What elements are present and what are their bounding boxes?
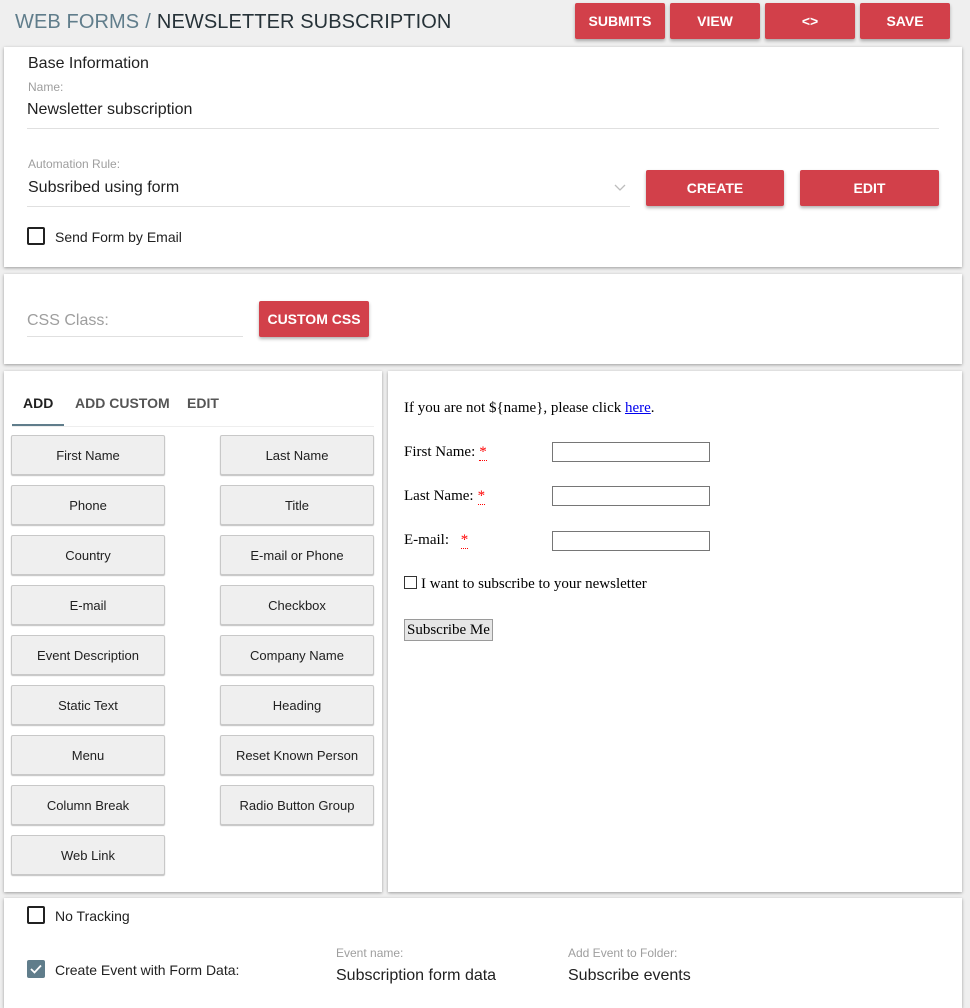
tab-add-custom[interactable]: ADD CUSTOM <box>75 395 170 411</box>
send-form-by-email-label: Send Form by Email <box>55 229 182 245</box>
preview-email-input[interactable] <box>552 531 710 551</box>
preview-intro-text: If you are not ${name}, please click <box>404 400 625 416</box>
breadcrumb-web-forms[interactable]: WEB FORMS <box>15 11 139 33</box>
preview-email-label: E-mail: * <box>404 532 469 549</box>
not-you-link[interactable]: here <box>625 400 651 416</box>
email-label-text: E-mail: <box>404 532 453 548</box>
event-folder-label: Add Event to Folder: <box>568 946 678 960</box>
no-tracking-label: No Tracking <box>55 908 130 924</box>
required-marker: * <box>477 488 486 505</box>
tracking-card: No Tracking Create Event with Form Data:… <box>4 898 962 1008</box>
event-name-label: Event name: <box>336 946 404 960</box>
add-last-name-button[interactable]: Last Name <box>220 435 374 475</box>
preview-first-name-label: First Name: * <box>404 444 487 461</box>
first-name-label-text: First Name: <box>404 444 476 460</box>
css-class-underline <box>27 336 243 337</box>
preview-subscribe-option: I want to subscribe to your newsletter <box>404 576 647 593</box>
name-input[interactable]: Newsletter subscription <box>27 101 192 119</box>
add-static-text-button[interactable]: Static Text <box>11 685 165 725</box>
required-marker: * <box>460 532 469 549</box>
add-country-button[interactable]: Country <box>11 535 165 575</box>
chevron-down-icon[interactable] <box>614 184 626 192</box>
base-information-title: Base Information <box>28 55 149 72</box>
tab-add[interactable]: ADD <box>23 395 53 411</box>
last-name-label-text: Last Name: <box>404 488 474 504</box>
checkmark-icon <box>30 964 42 974</box>
preview-last-name-input[interactable] <box>552 486 710 506</box>
preview-first-name-input[interactable] <box>552 442 710 462</box>
tab-edit[interactable]: EDIT <box>187 395 219 411</box>
breadcrumb-separator: / <box>145 11 151 33</box>
preview-last-name-label: Last Name: * <box>404 488 486 505</box>
edit-rule-button[interactable]: EDIT <box>800 170 939 206</box>
create-event-checkbox[interactable] <box>27 960 45 978</box>
subscribe-checkbox[interactable] <box>404 576 417 589</box>
add-radio-button-group-button[interactable]: Radio Button Group <box>220 785 374 825</box>
add-title-button[interactable]: Title <box>220 485 374 525</box>
tab-divider <box>12 426 374 427</box>
add-reset-known-person-button[interactable]: Reset Known Person <box>220 735 374 775</box>
page-title: NEWSLETTER SUBSCRIPTION <box>156 11 452 33</box>
preview-intro-end: . <box>650 400 655 416</box>
add-phone-button[interactable]: Phone <box>11 485 165 525</box>
subscribe-me-button[interactable]: Subscribe Me <box>404 619 493 641</box>
save-button[interactable]: SAVE <box>860 3 950 39</box>
create-event-label: Create Event with Form Data: <box>55 962 240 978</box>
automation-rule-underline <box>27 206 630 207</box>
add-company-name-button[interactable]: Company Name <box>220 635 374 675</box>
no-tracking-checkbox[interactable] <box>27 906 45 924</box>
name-label: Name: <box>28 80 64 94</box>
base-information-card: Base Information Name: Newsletter subscr… <box>4 47 962 267</box>
add-web-link-button[interactable]: Web Link <box>11 835 165 875</box>
css-class-input[interactable]: CSS Class: <box>27 312 109 330</box>
add-heading-button[interactable]: Heading <box>220 685 374 725</box>
custom-css-button[interactable]: CUSTOM CSS <box>259 301 369 337</box>
add-column-break-button[interactable]: Column Break <box>11 785 165 825</box>
add-email-or-phone-button[interactable]: E-mail or Phone <box>220 535 374 575</box>
subscribe-checkbox-label: I want to subscribe to your newsletter <box>421 576 647 592</box>
event-folder-select[interactable]: Subscribe events <box>568 967 691 985</box>
preview-intro: If you are not ${name}, please click her… <box>404 400 655 417</box>
view-button[interactable]: VIEW <box>670 3 760 39</box>
css-class-card: CSS Class: CUSTOM CSS <box>4 274 962 364</box>
add-event-description-button[interactable]: Event Description <box>11 635 165 675</box>
event-name-input[interactable]: Subscription form data <box>336 967 496 985</box>
code-button[interactable]: <> <box>765 3 855 39</box>
automation-rule-label: Automation Rule: <box>28 157 121 171</box>
automation-rule-select[interactable]: Subsribed using form <box>28 179 179 197</box>
form-preview-panel: If you are not ${name}, please click her… <box>388 371 962 892</box>
add-email-button[interactable]: E-mail <box>11 585 165 625</box>
name-underline <box>27 128 939 129</box>
add-menu-button[interactable]: Menu <box>11 735 165 775</box>
required-marker: * <box>479 444 487 461</box>
breadcrumb: WEB FORMS / NEWSLETTER SUBSCRIPTION <box>15 11 451 34</box>
add-checkbox-button[interactable]: Checkbox <box>220 585 374 625</box>
field-builder-panel: ADD ADD CUSTOM EDIT First Name Last Name… <box>4 371 382 892</box>
send-form-by-email-checkbox[interactable] <box>27 227 45 245</box>
submits-button[interactable]: SUBMITS <box>575 3 665 39</box>
add-first-name-button[interactable]: First Name <box>11 435 165 475</box>
create-rule-button[interactable]: CREATE <box>646 170 784 206</box>
active-tab-indicator <box>12 424 64 426</box>
